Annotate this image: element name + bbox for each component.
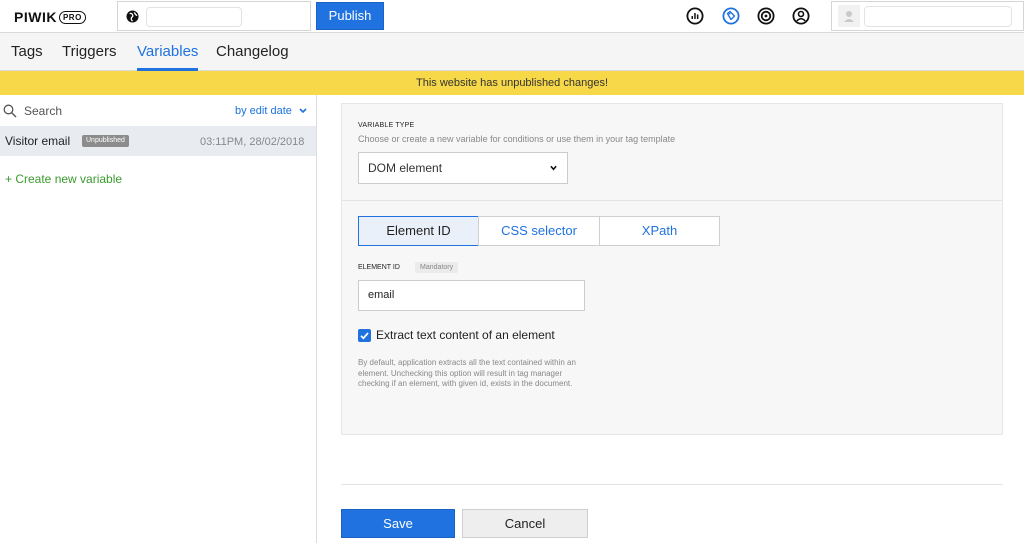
logo[interactable]: PIWIK PRO xyxy=(14,9,86,25)
divider xyxy=(342,200,1002,201)
tab-triggers[interactable]: Triggers xyxy=(62,43,116,71)
sort-label: by edit date xyxy=(235,105,292,117)
chevron-down-icon xyxy=(299,108,307,114)
variable-type-heading: VARIABLE TYPE xyxy=(358,122,415,129)
avatar xyxy=(838,5,860,27)
logo-badge: PRO xyxy=(58,10,86,24)
cancel-button[interactable]: Cancel xyxy=(462,509,588,538)
tab-variables[interactable]: Variables xyxy=(137,43,199,71)
variable-form-panel: VARIABLE TYPE Choose or create a new var… xyxy=(341,103,1003,435)
search-row: by edit date xyxy=(0,95,316,126)
target-icon[interactable] xyxy=(757,7,775,25)
search-input[interactable] xyxy=(24,104,174,118)
user-menu[interactable] xyxy=(831,1,1024,31)
variable-type-select[interactable]: DOM element xyxy=(358,152,568,184)
help-text: By default, application extracts all the… xyxy=(358,358,576,389)
analytics-icon[interactable] xyxy=(686,7,704,25)
user-profile-icon[interactable] xyxy=(792,7,810,25)
status-badge: Unpublished xyxy=(82,135,129,147)
sort-dropdown[interactable]: by edit date xyxy=(235,105,307,117)
tab-xpath[interactable]: XPath xyxy=(599,216,720,246)
divider xyxy=(341,484,1003,485)
unpublished-changes-banner: This website has unpublished changes! xyxy=(0,71,1024,95)
search-icon xyxy=(3,104,17,118)
list-item[interactable]: Visitor email Unpublished 03:11PM, 28/02… xyxy=(0,126,316,156)
tab-tags[interactable]: Tags xyxy=(11,43,43,71)
variable-name: Visitor email xyxy=(5,134,71,148)
variables-sidebar: by edit date Visitor email Unpublished 0… xyxy=(0,95,317,543)
tag-manager-page: PIWIK PRO Publish Tags Triggers Variable… xyxy=(0,0,1024,543)
site-selector[interactable] xyxy=(117,1,311,31)
extract-text-label[interactable]: Extract text content of an element xyxy=(376,328,555,342)
section-tabs: Tags Triggers Variables Changelog xyxy=(0,33,1024,71)
checkmark-icon xyxy=(360,332,369,340)
chevron-down-icon xyxy=(550,165,557,171)
user-name-field[interactable] xyxy=(864,6,1012,27)
top-bar: PIWIK PRO Publish xyxy=(0,0,1024,33)
globe-icon xyxy=(126,10,139,23)
site-name-field[interactable] xyxy=(146,7,242,27)
create-new-variable-link[interactable]: + Create new variable xyxy=(5,172,122,186)
tab-element-id[interactable]: Element ID xyxy=(358,216,479,246)
tab-css-selector[interactable]: CSS selector xyxy=(478,216,600,246)
tag-manager-icon[interactable] xyxy=(722,7,740,25)
edit-date: 03:11PM, 28/02/2018 xyxy=(200,136,305,148)
publish-button[interactable]: Publish xyxy=(316,2,384,30)
variable-type-description: Choose or create a new variable for cond… xyxy=(358,134,676,144)
element-id-label: ELEMENT ID xyxy=(358,264,400,271)
tab-changelog[interactable]: Changelog xyxy=(216,43,289,71)
logo-text: PIWIK xyxy=(14,9,57,25)
extract-text-checkbox[interactable] xyxy=(358,329,371,342)
user-silhouette-icon xyxy=(844,11,854,22)
save-button[interactable]: Save xyxy=(341,509,455,538)
variable-type-value: DOM element xyxy=(368,161,443,175)
element-id-input[interactable]: email xyxy=(358,280,585,311)
mandatory-badge: Mandatory xyxy=(415,262,459,273)
